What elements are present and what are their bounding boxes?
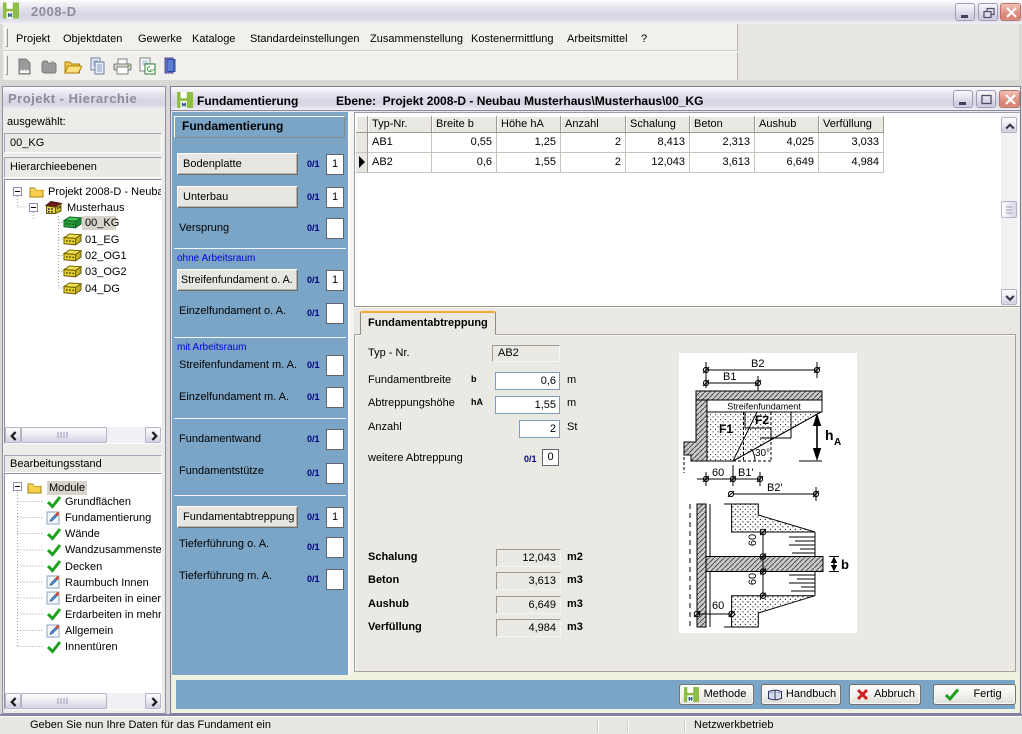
svg-text:60: 60 <box>747 534 759 546</box>
svg-text:F2: F2 <box>755 413 769 427</box>
svg-text:30°: 30° <box>755 448 770 459</box>
svg-text:b: b <box>841 557 849 572</box>
svg-text:F1: F1 <box>719 422 733 436</box>
svg-text:Streifenfundament: Streifenfundament <box>727 402 801 412</box>
svg-text:60: 60 <box>712 467 724 479</box>
svg-text:A: A <box>834 437 841 448</box>
svg-text:B1: B1 <box>723 371 736 383</box>
svg-text:60: 60 <box>747 573 759 585</box>
svg-text:B2': B2' <box>767 482 783 494</box>
svg-text:B2: B2 <box>751 358 764 370</box>
svg-text:60: 60 <box>712 600 724 612</box>
svg-text:B1': B1' <box>738 467 754 479</box>
svg-text:h: h <box>825 427 834 443</box>
